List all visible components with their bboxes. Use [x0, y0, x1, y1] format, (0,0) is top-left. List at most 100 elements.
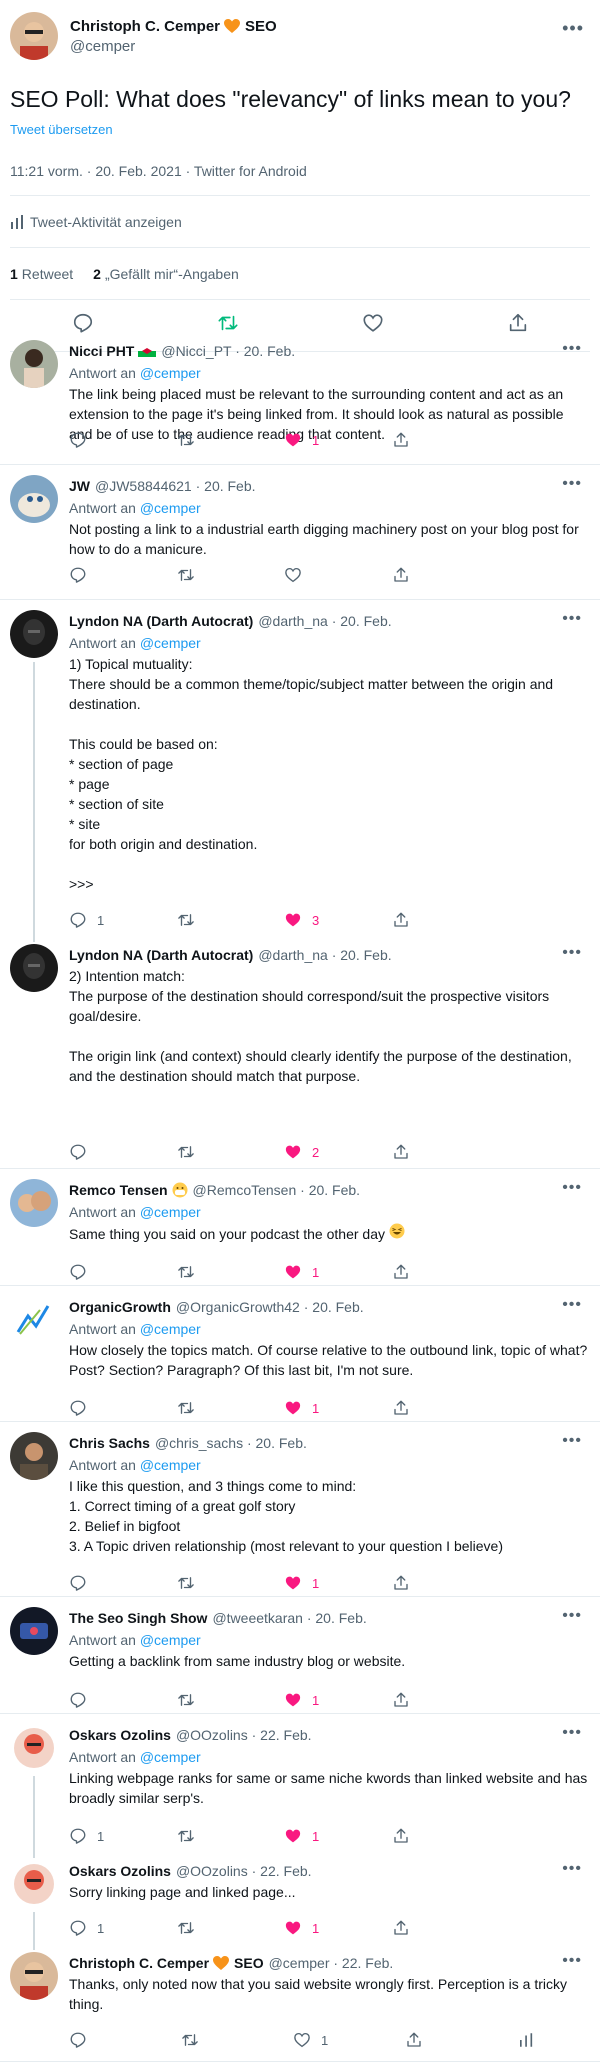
avatar[interactable]	[10, 1296, 58, 1344]
share-button[interactable]	[392, 1691, 500, 1709]
reply-tweet[interactable]: ••• Lyndon NA (Darth Autocrat) @darth_na…	[0, 600, 600, 934]
avatar[interactable]	[10, 1952, 58, 2000]
retweet-button[interactable]	[177, 1143, 285, 1161]
reply-handle-date[interactable]: @JW58844621 · 20. Feb.	[95, 477, 256, 495]
retweet-button[interactable]	[177, 911, 285, 929]
reply-handle-date[interactable]: @chris_sachs · 20. Feb.	[155, 1434, 307, 1452]
reply-button[interactable]: 1	[69, 1919, 177, 1937]
reply-author-name[interactable]: Christoph C. Cemper SEO	[69, 1954, 264, 1972]
reply-author-name[interactable]: The Seo Singh Show	[69, 1609, 207, 1627]
reply-author-name[interactable]: Lyndon NA (Darth Autocrat)	[69, 946, 253, 964]
reply-to-mention[interactable]: @cemper	[140, 1632, 201, 1648]
reply-author-name[interactable]: Nicci PHT	[69, 342, 157, 360]
reply-author-name[interactable]: Remco Tensen	[69, 1181, 188, 1199]
analytics-button[interactable]	[517, 2031, 557, 2049]
retweets-stat[interactable]: 1 Retweet	[10, 266, 73, 282]
like-button[interactable]: 1	[284, 1827, 392, 1845]
share-button[interactable]	[392, 566, 500, 584]
like-button[interactable]: 1	[284, 1574, 392, 1592]
reply-button[interactable]	[69, 1574, 177, 1592]
tweet-activity-link[interactable]: Tweet-Aktivität anzeigen	[10, 196, 590, 248]
reply-button[interactable]	[69, 566, 177, 584]
reply-author-name[interactable]: OrganicGrowth	[69, 1298, 171, 1316]
reply-button[interactable]	[69, 431, 177, 449]
likes-stat[interactable]: 2 „Gefällt mir“-Angaben	[93, 266, 239, 282]
share-button[interactable]	[392, 1827, 500, 1845]
reply-tweet[interactable]: ••• The Seo Singh Show @tweeetkaran · 20…	[0, 1597, 600, 1714]
like-button[interactable]	[284, 566, 392, 584]
reply-to-mention[interactable]: @cemper	[140, 365, 201, 381]
reply-tweet[interactable]: ••• Nicci PHT @Nicci_PT · 20. Feb. Antwo…	[0, 330, 600, 465]
retweet-button[interactable]	[177, 566, 285, 584]
reply-tweet[interactable]: ••• Chris Sachs @chris_sachs · 20. Feb. …	[0, 1422, 600, 1597]
author-handle[interactable]: @cemper	[70, 38, 277, 55]
reply-handle-date[interactable]: @tweeetkaran · 20. Feb.	[212, 1609, 366, 1627]
like-button[interactable]: 2	[284, 1143, 392, 1161]
reply-button[interactable]	[69, 1263, 177, 1281]
retweet-button[interactable]	[177, 1263, 285, 1281]
avatar[interactable]	[10, 1432, 58, 1480]
reply-handle-date[interactable]: @cemper · 22. Feb.	[269, 1954, 394, 1972]
author-name[interactable]: Christoph C. Cemper SEO	[70, 18, 277, 35]
reply-tweet[interactable]: ••• OrganicGrowth @OrganicGrowth42 · 20.…	[0, 1286, 600, 1422]
reply-button[interactable]	[69, 1143, 177, 1161]
reply-author-name[interactable]: Lyndon NA (Darth Autocrat)	[69, 612, 253, 630]
reply-author-name[interactable]: Chris Sachs	[69, 1434, 150, 1452]
like-button[interactable]: 1	[284, 1919, 392, 1937]
avatar[interactable]	[10, 1860, 58, 1908]
reply-tweet[interactable]: ••• JW @JW58844621 · 20. Feb. Antwort an…	[0, 465, 600, 600]
reply-handle-date[interactable]: @darth_na · 20. Feb.	[258, 946, 391, 964]
retweet-button[interactable]	[181, 2031, 293, 2049]
reply-button[interactable]	[69, 1691, 177, 1709]
share-button[interactable]	[392, 431, 500, 449]
avatar[interactable]	[10, 340, 58, 388]
reply-button[interactable]: 1	[69, 1827, 177, 1845]
reply-handle-date[interactable]: @OrganicGrowth42 · 20. Feb.	[176, 1298, 364, 1316]
avatar[interactable]	[10, 944, 58, 992]
avatar[interactable]	[10, 1607, 58, 1655]
like-button[interactable]: 1	[284, 1691, 392, 1709]
translate-tweet-link[interactable]: Tweet übersetzen	[10, 122, 590, 137]
share-button[interactable]	[392, 1399, 500, 1417]
reply-author-name[interactable]: JW	[69, 477, 90, 495]
avatar[interactable]	[10, 1179, 58, 1227]
reply-to-mention[interactable]: @cemper	[140, 1749, 201, 1765]
retweet-button[interactable]	[177, 1574, 285, 1592]
share-button[interactable]	[392, 1143, 500, 1161]
reply-tweet[interactable]: ••• Remco Tensen @RemcoTensen · 20. Feb.…	[0, 1169, 600, 1286]
avatar[interactable]	[10, 475, 58, 523]
like-button[interactable]: 3	[284, 911, 392, 929]
reply-author-name[interactable]: Oskars Ozolins	[69, 1726, 171, 1744]
reply-to-mention[interactable]: @cemper	[140, 1204, 201, 1220]
reply-to-mention[interactable]: @cemper	[140, 500, 201, 516]
share-button[interactable]	[392, 1919, 500, 1937]
retweet-button[interactable]	[177, 1919, 285, 1937]
reply-tweet[interactable]: ••• Lyndon NA (Darth Autocrat) @darth_na…	[0, 934, 600, 1169]
retweet-button[interactable]	[177, 1827, 285, 1845]
reply-handle-date[interactable]: @darth_na · 20. Feb.	[258, 612, 391, 630]
retweet-button[interactable]	[177, 1691, 285, 1709]
retweet-button[interactable]	[177, 1399, 285, 1417]
reply-to-mention[interactable]: @cemper	[140, 1457, 201, 1473]
reply-tweet[interactable]: ••• Christoph C. Cemper SEO @cemper · 22.…	[0, 1942, 600, 2062]
avatar[interactable]	[10, 1724, 58, 1772]
more-options-icon[interactable]: •••	[562, 18, 584, 39]
reply-handle-date[interactable]: @RemcoTensen · 20. Feb.	[193, 1181, 361, 1199]
share-button[interactable]	[405, 2031, 517, 2049]
retweet-button[interactable]	[177, 431, 285, 449]
like-button[interactable]: 1	[293, 2031, 405, 2049]
reply-to-mention[interactable]: @cemper	[140, 635, 201, 651]
like-button[interactable]: 1	[284, 1399, 392, 1417]
reply-handle-date[interactable]: @OOzolins · 22. Feb.	[176, 1862, 312, 1880]
reply-to-mention[interactable]: @cemper	[140, 1321, 201, 1337]
reply-button[interactable]	[69, 1399, 177, 1417]
share-button[interactable]	[392, 1574, 500, 1592]
share-button[interactable]	[392, 1263, 500, 1281]
reply-tweet[interactable]: ••• Oskars Ozolins @OOzolins · 22. Feb. …	[0, 1714, 600, 1850]
share-button[interactable]	[392, 911, 500, 929]
reply-handle-date[interactable]: @Nicci_PT · 20. Feb.	[161, 342, 295, 360]
reply-button[interactable]	[69, 2031, 181, 2049]
reply-tweet[interactable]: ••• Oskars Ozolins @OOzolins · 22. Feb. …	[0, 1850, 600, 1942]
avatar[interactable]	[10, 12, 58, 60]
reply-author-name[interactable]: Oskars Ozolins	[69, 1862, 171, 1880]
